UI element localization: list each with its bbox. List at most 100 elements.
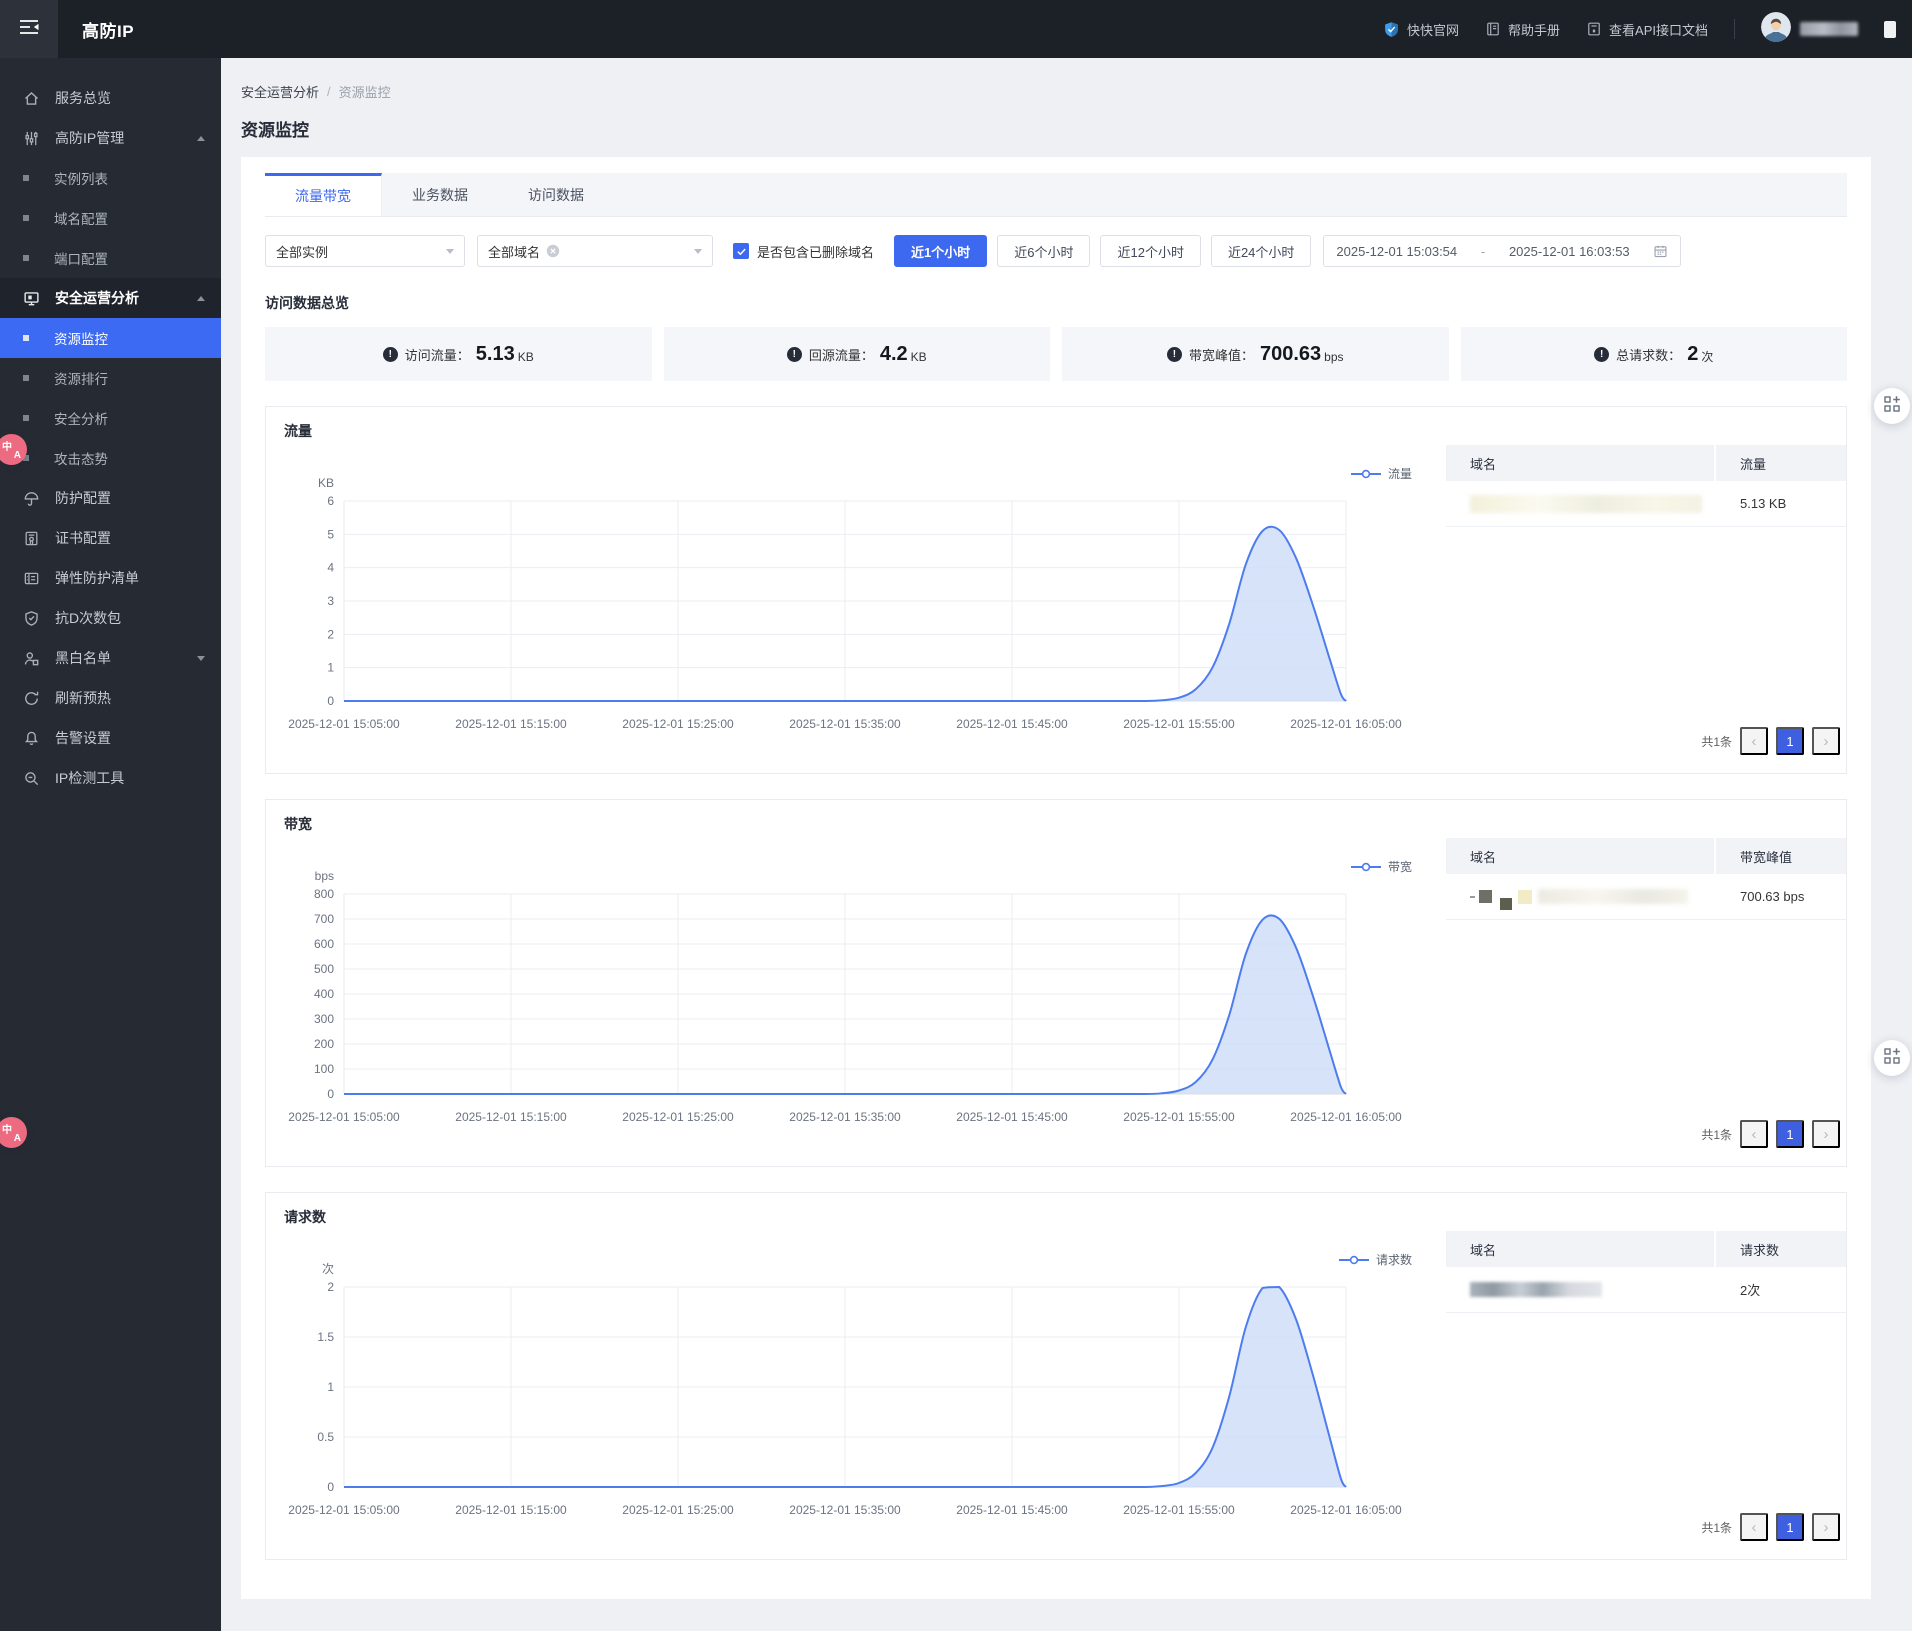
sidebar-item-alert-settings[interactable]: 告警设置 [0, 718, 221, 758]
sidebar-item-port-config[interactable]: 端口配置 [0, 238, 221, 278]
pagination-prev-button[interactable]: ‹ [1740, 1120, 1768, 1148]
breadcrumb-parent[interactable]: 安全运营分析 [241, 82, 319, 101]
info-icon: ! [1166, 346, 1182, 362]
sidebar: 服务总览 高防IP管理 实例列表 域名配置端口配置安全运营分析 资源监控资源排行安全分析… [0, 58, 221, 1631]
sidebar-item-resource-monitor[interactable]: 资源监控 [0, 318, 221, 358]
table-header: 域名 流量 [1446, 445, 1846, 481]
pagination-prev-button[interactable]: ‹ [1740, 727, 1768, 755]
sidebar-item-resource-ranking[interactable]: 资源排行 [0, 358, 221, 398]
calendar-icon [1653, 244, 1668, 259]
tab-business-data[interactable]: 业务数据 [382, 173, 498, 216]
time-range-last-1h[interactable]: 近1个小时 [894, 235, 988, 267]
svg-text:2025-12-01 15:25:00: 2025-12-01 15:25:00 [622, 717, 734, 731]
table-row: 5.13 KB [1446, 481, 1846, 527]
svg-text:400: 400 [314, 987, 334, 1001]
user-account[interactable] [1761, 11, 1858, 47]
umbrella-icon [22, 490, 40, 507]
domain-select-value: 全部域名 [488, 244, 541, 260]
legend-marker-icon [1338, 1255, 1369, 1264]
column-header-domain: 域名 [1446, 838, 1714, 874]
sidebar-item-label: 端口配置 [54, 252, 108, 267]
stat-unit: KB [910, 349, 927, 364]
svg-text:2025-12-01 16:05:00: 2025-12-01 16:05:00 [1290, 717, 1402, 731]
book-icon [1485, 21, 1501, 37]
time-range-last-6h[interactable]: 近6个小时 [997, 235, 1091, 267]
widgets-icon [1883, 395, 1901, 418]
bell-icon [22, 730, 40, 747]
svg-text:1: 1 [327, 1380, 334, 1394]
sidebar-item-instance-list[interactable]: 实例列表 [0, 158, 221, 198]
sidebar-item-security-ops-analysis[interactable]: 安全运营分析 [0, 278, 221, 318]
legend-bandwidth[interactable]: 带宽 [1350, 858, 1412, 875]
pagination: 共1条 ‹ 1 › [1446, 715, 1846, 755]
domain-cell [1446, 884, 1716, 910]
bullet-icon [23, 335, 29, 341]
domain-cell [1446, 494, 1716, 513]
tab-traffic-bandwidth[interactable]: 流量带宽 [265, 173, 382, 216]
legend-marker-icon [1350, 469, 1381, 478]
pagination-page-button[interactable]: 1 [1776, 1513, 1804, 1541]
pagination-page-button[interactable]: 1 [1776, 1120, 1804, 1148]
quick-panel-button[interactable] [1874, 1040, 1910, 1076]
topbar-link-api-docs[interactable]: 查看API接口文档 [1586, 20, 1708, 39]
sidebar-item-domain-config[interactable]: 域名配置 [0, 198, 221, 238]
stat-card-total-requests: ! 总请求数： 2 次 [1460, 327, 1847, 381]
sidebar-item-label: 攻击态势 [54, 452, 108, 467]
sidebar-item-label: 资源排行 [54, 372, 108, 387]
sidebar-item-protection-config[interactable]: 防护配置 [0, 478, 221, 518]
sidebar-item-ip-management[interactable]: 高防IP管理 [0, 118, 221, 158]
svg-text:bps: bps [315, 869, 334, 883]
masked-domain [1470, 494, 1702, 513]
time-range-last-12h[interactable]: 近12个小时 [1100, 235, 1201, 267]
include-deleted-checkbox[interactable]: 是否包含已删除域名 [733, 242, 874, 261]
svg-text:1: 1 [327, 661, 334, 675]
stat-value: 5.13 [475, 342, 515, 365]
legend-requests[interactable]: 请求数 [1338, 1251, 1412, 1268]
domain-select[interactable]: 全部域名 [477, 235, 713, 267]
svg-text:2025-12-01 15:35:00: 2025-12-01 15:35:00 [789, 717, 901, 731]
chart-section-body: 2025-12-01 15:05:00 2025-12-01 15:15:00 20… [282, 443, 1846, 755]
topbar-link-help-manual[interactable]: 帮助手册 [1485, 20, 1560, 39]
sidebar-item-anti-ddos-package[interactable]: 抗D次数包 [0, 598, 221, 638]
sidebar-item-attack-posture[interactable]: 攻击态势 [0, 438, 221, 478]
pagination-next-button[interactable]: › [1812, 1120, 1840, 1148]
instance-select-value: 全部实例 [276, 244, 329, 260]
sidebar-item-service-overview[interactable]: 服务总览 [0, 78, 221, 118]
time-range-last-24h[interactable]: 近24个小时 [1210, 235, 1312, 267]
sidebar-item-refresh-preheat[interactable]: 刷新预热 [0, 678, 221, 718]
stat-value: 2 [1687, 342, 1699, 365]
pagination-prev-button[interactable]: ‹ [1740, 1513, 1768, 1541]
quick-panel-button[interactable] [1874, 388, 1910, 424]
chevron-down-icon [446, 248, 454, 254]
instance-select[interactable]: 全部实例 [265, 235, 465, 267]
pagination-page-button[interactable]: 1 [1776, 727, 1804, 755]
column-header-value: 请求数 [1716, 1231, 1846, 1267]
topbar-link-kuaikuai-site[interactable]: 快快官网 [1383, 20, 1459, 39]
stat-unit: 次 [1701, 350, 1714, 364]
pagination-next-button[interactable]: › [1812, 1513, 1840, 1541]
svg-text:2025-12-01 15:35:00: 2025-12-01 15:35:00 [789, 1110, 901, 1124]
sidebar-item-black-white-list[interactable]: 黑白名单 [0, 638, 221, 678]
shield-icon [22, 610, 40, 627]
clear-icon[interactable] [546, 244, 560, 258]
detect-icon [22, 770, 40, 787]
tab-access-data[interactable]: 访问数据 [498, 173, 614, 216]
sidebar-item-label: 弹性防护清单 [55, 570, 139, 586]
sidebar-item-security-analysis[interactable]: 安全分析 [0, 398, 221, 438]
sidebar-item-elastic-protection-list[interactable]: 弹性防护清单 [0, 558, 221, 598]
sidebar-collapse-button[interactable] [0, 0, 58, 58]
svg-text:1.5: 1.5 [317, 1330, 334, 1344]
date-range-picker[interactable]: 2025-12-01 15:03:54 - 2025-12-01 16:03:5… [1323, 235, 1682, 267]
stat-label: 回源流量： [808, 347, 874, 363]
svg-text:2025-12-01 16:05:00: 2025-12-01 16:05:00 [1290, 1110, 1402, 1124]
masked-domain [1470, 884, 1688, 910]
stat-card-origin-traffic: ! 回源流量： 4.2 KB [663, 327, 1050, 381]
svg-text:2025-12-01 15:55:00: 2025-12-01 15:55:00 [1123, 1503, 1235, 1517]
sidebar-item-ip-detection-tool[interactable]: IP检测工具 [0, 758, 221, 798]
sidebar-item-certificate-config[interactable]: 证书配置 [0, 518, 221, 558]
api-doc-icon [1586, 21, 1602, 37]
legend-traffic[interactable]: 流量 [1350, 465, 1412, 482]
breadcrumb: 安全运营分析 / 资源监控 [241, 82, 1871, 101]
pagination-next-button[interactable]: › [1812, 727, 1840, 755]
svg-text:2025-12-01 15:25:00: 2025-12-01 15:25:00 [622, 1503, 734, 1517]
